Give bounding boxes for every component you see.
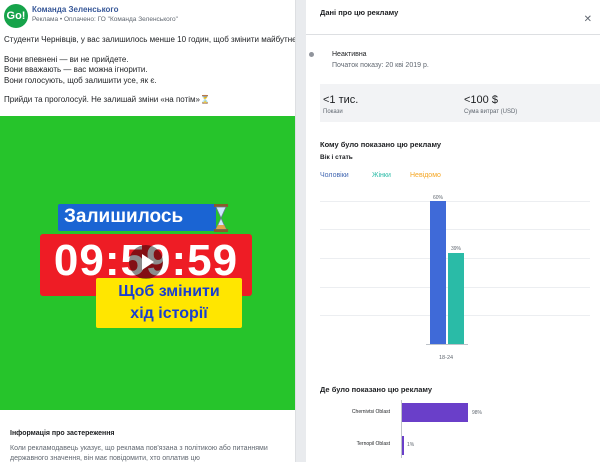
start-date: Початок показу: 20 кві 2019 р. [332,62,429,69]
spend-value: <100 $ [464,94,498,106]
avatar[interactable]: Go! [4,4,28,28]
region-bar-chernivtsi[interactable] [402,403,468,422]
disclaimer-title: Інформація про застереження [10,430,115,437]
post-line: Вони впевнені — ви не прийдете. [4,54,129,64]
spend-label: Сума витрат (USD) [464,109,518,115]
region-bar-ternopil[interactable] [402,436,404,455]
play-icon[interactable] [129,245,163,279]
post-line: Вони вважають — вас можна ігнорити. [4,65,148,74]
legend-male[interactable]: Чоловіки [320,172,349,179]
regions-title: Де було показано цю рекламу [320,385,433,394]
sponsored-label: Реклама • Оплачено: ГО "Команда Зеленськ… [32,16,178,23]
impressions-value: <1 тис. [323,94,359,106]
ad-post: Go! Команда Зеленського Реклама • Оплаче… [0,0,296,462]
region-value: 1% [407,442,415,448]
legend-female[interactable]: Жінки [372,172,391,179]
close-icon[interactable]: ✕ [584,14,592,25]
status-text: Неактивна [332,51,367,58]
bar-male-18-24[interactable] [430,201,446,344]
post-text: Студенти Чернівців, у вас залишилось мен… [4,35,296,106]
region-label: Ternopil Oblast [356,441,390,447]
bar-axis [426,344,468,345]
audience-title: Кому було показано цю рекламу [320,140,442,149]
page-name-link[interactable]: Команда Зеленського [32,5,119,14]
age-gender-subtitle: Вік і стать [320,154,353,161]
legend-unknown[interactable]: Невідомо [410,172,441,179]
grid-line [320,201,590,202]
bar-female-18-24[interactable] [448,253,464,344]
banner-bottom-line: Щоб змінити [118,283,220,300]
hourglass-icon [214,204,228,232]
banner-bottom-text: Щоб змінити хід історії [96,281,242,325]
post-line: Вони голосують, щоб залишити усе, як є. [4,75,157,85]
banner-top-label: Залишилось [64,206,184,227]
bar-label-female: 39% [451,246,462,252]
grid-line [320,229,590,230]
post-line: Студенти Чернівців, у вас залишилось мен… [4,35,296,44]
spend-card: <100 $ Сума витрат (USD) [461,84,600,122]
banner-bottom-line: хід історії [130,305,208,322]
details-title: Дані про цю рекламу [320,8,399,17]
impressions-label: Покази [323,109,343,115]
divider [306,34,600,35]
impressions-card: <1 тис. Покази [320,84,461,122]
status-dot-icon [309,52,314,57]
bar-label-male: 60% [433,195,444,201]
video-banner[interactable]: Залишилось 09:59:59 Щоб змінити хід істо… [0,116,295,410]
region-label: Chernivtsi Oblast [351,409,390,415]
ad-details-panel: Дані про цю рекламу ✕ Неактивна Початок … [306,0,600,462]
post-line: Прийди та проголосуй. Не залишай зміни «… [4,95,210,104]
age-tick-label: 18-24 [439,355,454,361]
region-value: 98% [472,410,483,416]
disclaimer-text: Коли рекламодавець указує, що реклама по… [10,445,268,462]
